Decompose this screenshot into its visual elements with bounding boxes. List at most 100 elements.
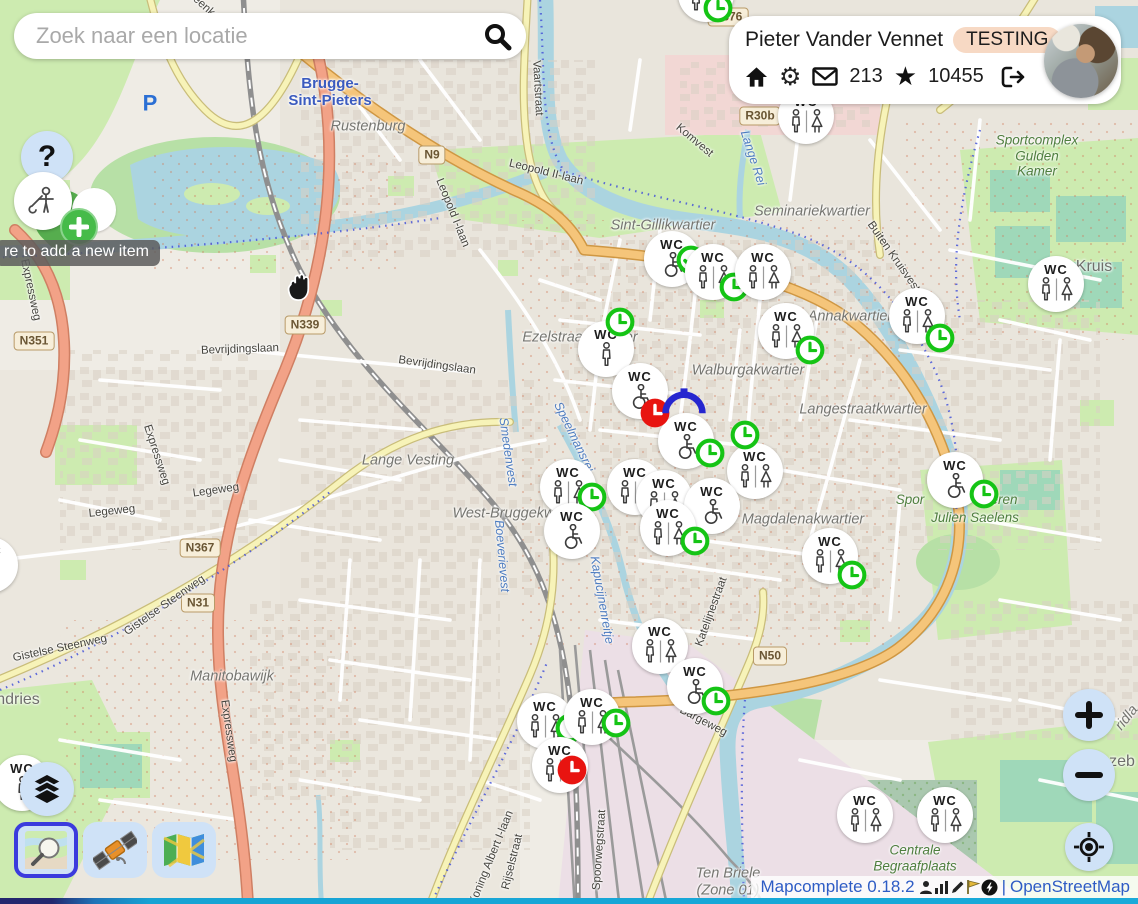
wc-marker[interactable]: WC	[685, 244, 741, 300]
search-icon[interactable]	[482, 21, 512, 51]
wc-marker-label: WC	[652, 476, 676, 491]
wc-marker-label: WC	[683, 664, 707, 679]
wc-marker-label: WC	[0, 543, 2, 558]
wc-marker-label: WC	[548, 743, 572, 758]
edit-icon[interactable]	[950, 880, 965, 895]
wc-marker-label: WC	[905, 294, 929, 309]
statistics-icon[interactable]	[934, 880, 949, 894]
wheelchair-icon	[659, 252, 686, 278]
wc-marker[interactable]: WC	[0, 537, 18, 593]
search-input[interactable]	[34, 22, 482, 50]
wc-marker[interactable]: WC	[735, 244, 791, 300]
changeset-count: 10455	[928, 65, 984, 88]
zoom-out-button[interactable]	[1063, 749, 1115, 801]
zoom-in-button[interactable]	[1063, 689, 1115, 741]
wc-marker-label: WC	[701, 250, 725, 265]
background-map-button[interactable]	[152, 822, 216, 878]
background-satellite-button[interactable]	[83, 822, 147, 878]
add-item-tooltip: re to add a new item	[0, 240, 160, 266]
contributor-icon[interactable]	[919, 880, 933, 895]
wc-marker-label: WC	[700, 484, 724, 499]
envelope-icon[interactable]	[812, 67, 838, 86]
wc-marker-label: WC	[660, 237, 684, 252]
male-female-icon	[812, 549, 849, 574]
wc-marker-label: WC	[1044, 262, 1068, 277]
theme-progress-bar	[0, 898, 1138, 904]
wc-marker-label: WC	[556, 465, 580, 480]
wc-marker[interactable]: WC	[1028, 256, 1084, 312]
wc-marker[interactable]: WC	[640, 500, 696, 556]
male-female-icon	[542, 758, 579, 783]
wc-marker-label: WC	[656, 506, 680, 521]
wc-marker-label: WC	[674, 419, 698, 434]
flag-icon[interactable]	[966, 879, 980, 895]
wc-marker[interactable]: WC	[889, 288, 945, 344]
layers-button[interactable]	[20, 762, 74, 816]
wheelchair-icon	[673, 434, 700, 460]
wc-marker-label: WC	[943, 458, 967, 473]
male-icon	[598, 342, 615, 367]
wc-marker[interactable]: WC	[667, 658, 723, 714]
gear-icon[interactable]: ⚙	[779, 62, 801, 92]
wheelchair-icon	[942, 473, 969, 499]
wc-marker-label: WC	[933, 793, 957, 808]
background-style-bar	[14, 822, 216, 878]
male-female-icon	[1038, 277, 1075, 302]
wc-marker[interactable]: WC	[564, 689, 620, 745]
map-app: Brugge- Sint-PietersRustenburgSint-Gilli…	[0, 0, 1138, 904]
search-bar	[14, 13, 526, 59]
wc-marker-label: WC	[853, 793, 877, 808]
wc-marker-label: WC	[751, 250, 775, 265]
male-female-icon	[650, 521, 687, 546]
user-name: Pieter Vander Vennet	[745, 28, 943, 52]
mapcomplete-version-link[interactable]: Mapcomplete 0.18.2	[761, 877, 915, 897]
user-avatar[interactable]	[1044, 24, 1118, 98]
wc-marker-label: WC	[743, 449, 767, 464]
wheelchair-icon	[699, 499, 726, 525]
wheelchair-icon	[559, 524, 586, 550]
home-icon[interactable]	[745, 66, 768, 88]
wc-marker-label: WC	[818, 534, 842, 549]
wc-marker-label: WC	[628, 369, 652, 384]
wc-marker-label: WC	[580, 695, 604, 710]
star-icon[interactable]: ★	[894, 61, 917, 92]
zoom-controls	[1063, 689, 1115, 801]
male-female-icon	[745, 265, 782, 290]
wc-marker[interactable]: WC	[758, 303, 814, 359]
logout-icon[interactable]	[1001, 66, 1026, 88]
opening-hours-badge	[969, 479, 999, 509]
geolocate-button[interactable]	[1065, 823, 1113, 871]
male-female-icon	[574, 710, 611, 735]
license-icon[interactable]	[981, 879, 998, 896]
wc-marker[interactable]: WC	[532, 737, 588, 793]
wc-marker[interactable]: WC	[837, 787, 893, 843]
background-osm-carto-button[interactable]	[14, 822, 78, 878]
openstreetmap-link[interactable]: OpenStreetMap	[1010, 877, 1130, 897]
wheelchair-icon	[682, 679, 709, 705]
selected-element-arc	[661, 388, 707, 415]
attribution-bar: Mapcomplete 0.18.2 | OpenStreetMap	[751, 876, 1138, 898]
wc-marker-label: WC	[594, 327, 618, 342]
opening-hours-badge	[695, 438, 725, 468]
wc-marker[interactable]: WC	[927, 452, 983, 508]
message-count: 213	[849, 65, 882, 88]
male-female-icon	[737, 464, 774, 489]
attribution-separator: |	[1002, 877, 1006, 897]
wc-marker[interactable]: WC	[802, 528, 858, 584]
male-female-icon	[768, 324, 805, 349]
male-female-icon	[550, 480, 587, 505]
markers-layer: WC WC WC WC WC WC WC WC WC WC WC WC WC WC WC WC WC WC WC WC…	[0, 0, 1138, 904]
wc-marker[interactable]: WC	[678, 0, 734, 22]
opening-hours-badge	[730, 420, 760, 450]
male-female-icon	[527, 714, 564, 739]
wc-marker[interactable]: WC	[544, 503, 600, 559]
male-female-icon	[642, 639, 679, 664]
wc-marker-label: WC	[560, 509, 584, 524]
male-female-icon	[899, 309, 936, 334]
wc-marker[interactable]: WC	[917, 787, 973, 843]
male-female-icon	[695, 265, 732, 290]
wc-marker-label: WC	[533, 699, 557, 714]
male-female-icon	[927, 808, 964, 833]
wc-marker-label: WC	[648, 624, 672, 639]
male-female-icon	[847, 808, 884, 833]
